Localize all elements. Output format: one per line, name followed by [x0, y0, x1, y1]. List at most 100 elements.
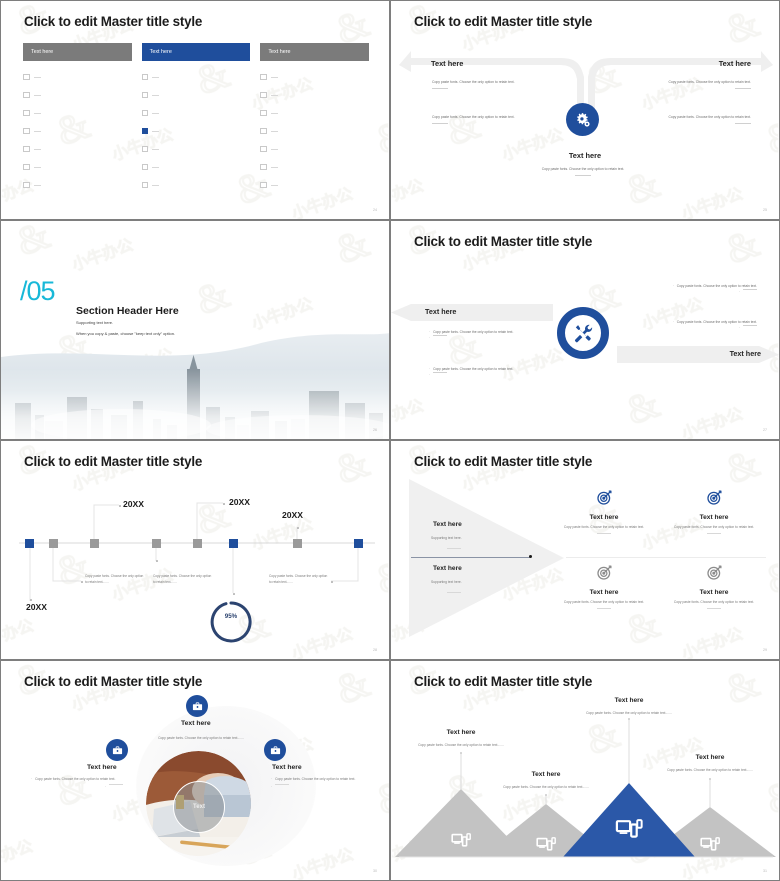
divider — [109, 784, 123, 786]
checkbox-icon[interactable] — [23, 181, 30, 189]
node-badge-right[interactable] — [264, 739, 286, 761]
list-item[interactable] — [260, 86, 369, 104]
list-item[interactable] — [141, 176, 251, 194]
list-item[interactable] — [141, 140, 251, 158]
slide-thumbnail-30[interactable]: Click to edit Master title style Text he… — [0, 660, 390, 881]
timeline-node-6[interactable] — [229, 539, 238, 548]
list-item[interactable] — [141, 104, 251, 122]
timeline-node-8[interactable] — [354, 539, 363, 548]
dash-icon — [270, 76, 278, 78]
right-block-2: Copy paste fonts. Choose the only option… — [656, 114, 751, 125]
node-badge-top[interactable] — [186, 695, 208, 717]
list-item[interactable] — [260, 122, 369, 140]
list-item[interactable] — [260, 104, 369, 122]
peak-4-label: Text here — [695, 754, 725, 761]
timeline-node-2[interactable] — [49, 539, 58, 548]
grid-cell-1[interactable]: Text here Copy paste fonts. Choose the o… — [549, 489, 659, 535]
list-item[interactable] — [23, 140, 132, 158]
timeline-node-1[interactable] — [25, 539, 34, 548]
checkbox-icon[interactable] — [141, 73, 149, 81]
grid-cell-2-label: Text here — [699, 514, 729, 521]
checkbox-icon[interactable] — [141, 91, 149, 99]
checkbox-icon[interactable] — [23, 73, 30, 81]
list-item[interactable] — [260, 176, 369, 194]
divider — [707, 533, 721, 535]
checkbox-icon[interactable] — [260, 127, 267, 135]
list-item[interactable] — [23, 158, 132, 176]
list-item[interactable] — [23, 104, 132, 122]
checkbox-icon[interactable] — [260, 145, 267, 153]
node-left-body: · Copy paste fonts. Choose the only optio… — [31, 776, 123, 791]
timeline-year-4: 20XX — [26, 602, 48, 612]
checkbox-icon[interactable] — [23, 91, 30, 99]
checkbox-icon-checked[interactable] — [141, 127, 149, 135]
list-item[interactable] — [260, 68, 369, 86]
grid-cell-2[interactable]: Text here Copy paste fonts. Choose the o… — [659, 489, 769, 535]
slide-thumbnail-31[interactable]: Click to edit Master title style Text he… — [390, 660, 780, 881]
checkbox-icon[interactable] — [260, 163, 267, 171]
devices-icon — [536, 837, 556, 851]
grid-cell-3[interactable]: Text here Copy paste fonts. Choose the o… — [549, 564, 659, 610]
checkbox-icon[interactable] — [141, 145, 149, 153]
peak-1-body: Copy paste fonts. Choose the only option… — [418, 743, 504, 747]
timeline-node-5[interactable] — [193, 539, 202, 548]
timeline-node-3[interactable] — [90, 539, 99, 548]
divider — [597, 608, 611, 610]
timeline-year-1: 20XX — [123, 499, 145, 509]
checkbox-icon[interactable] — [23, 145, 30, 153]
list-item[interactable] — [23, 122, 132, 140]
column-header-1[interactable]: Text here — [23, 43, 132, 61]
list-item[interactable] — [23, 86, 132, 104]
slide-thumbnail-27[interactable]: Click to edit Master title style Text he… — [390, 220, 780, 440]
right-bullet-2: · Copy paste fonts. Choose the only optio… — [667, 319, 757, 332]
checkbox-column-3 — [260, 68, 369, 194]
center-icon-badge[interactable] — [566, 103, 599, 136]
bullet-dot: · — [672, 320, 674, 324]
grid-cell-4[interactable]: Text here Copy paste fonts. Choose the o… — [659, 564, 769, 610]
slide-thumbnail-29[interactable]: Click to edit Master title style Text he… — [390, 440, 780, 660]
list-item[interactable] — [141, 86, 251, 104]
lens-overlay[interactable]: Text — [173, 781, 225, 833]
dash-icon — [270, 94, 278, 96]
checkbox-icon[interactable] — [141, 181, 149, 189]
checkbox-icon[interactable] — [260, 73, 267, 81]
list-item[interactable] — [260, 140, 369, 158]
list-item[interactable] — [23, 68, 132, 86]
right-block-1: Copy paste fonts. Choose the only option… — [656, 79, 751, 90]
slide-thumbnail-25[interactable]: Click to edit Master title style Text he… — [390, 0, 780, 220]
right-arrow-label: Text here — [718, 59, 751, 68]
checkbox-icon[interactable] — [260, 91, 267, 99]
timeline-node-7[interactable] — [293, 539, 302, 548]
checkbox-icon[interactable] — [141, 109, 149, 117]
bullet-dot: · — [738, 290, 740, 295]
checkbox-icon[interactable] — [141, 163, 149, 171]
checkbox-icon[interactable] — [23, 163, 30, 171]
slide-thumbnail-26[interactable]: /05 Section Header Here Supporting text … — [0, 220, 390, 440]
list-item[interactable] — [141, 68, 251, 86]
timeline-connectors — [19, 502, 375, 601]
column-header-2[interactable]: Text here — [141, 43, 251, 61]
center-body: Copy paste fonts. Choose the only option… — [528, 166, 638, 177]
list-item[interactable] — [23, 176, 132, 194]
list-item[interactable] — [260, 158, 369, 176]
slide-thumbnail-24[interactable]: & 小牛办公 Click to edit Master title style … — [0, 0, 390, 220]
node-badge-left[interactable] — [106, 739, 128, 761]
right-banner-label: Text here — [729, 349, 761, 358]
timeline-year-2: 20XX — [229, 497, 251, 507]
node-right-label: Text here — [272, 764, 302, 771]
slide-thumbnail-28[interactable]: Click to edit Master title style 20XX 20… — [0, 440, 390, 660]
checkbox-icon[interactable] — [260, 109, 267, 117]
column-header-3[interactable]: Text here — [260, 43, 370, 61]
timeline-node-4[interactable] — [152, 539, 161, 548]
checkbox-icon[interactable] — [23, 109, 30, 117]
right-block-1-text: Copy paste fonts. Choose the only option… — [668, 80, 751, 84]
bullet-dot: · — [429, 373, 431, 378]
checkbox-icon[interactable] — [260, 181, 267, 189]
briefcase-icon — [112, 745, 122, 754]
list-item-selected[interactable] — [141, 122, 251, 140]
checkbox-icon[interactable] — [23, 127, 30, 135]
left-item-2-label: Text here — [433, 565, 462, 572]
left-banner — [391, 304, 553, 321]
list-item[interactable] — [141, 158, 251, 176]
center-icon-ring[interactable] — [557, 307, 609, 359]
